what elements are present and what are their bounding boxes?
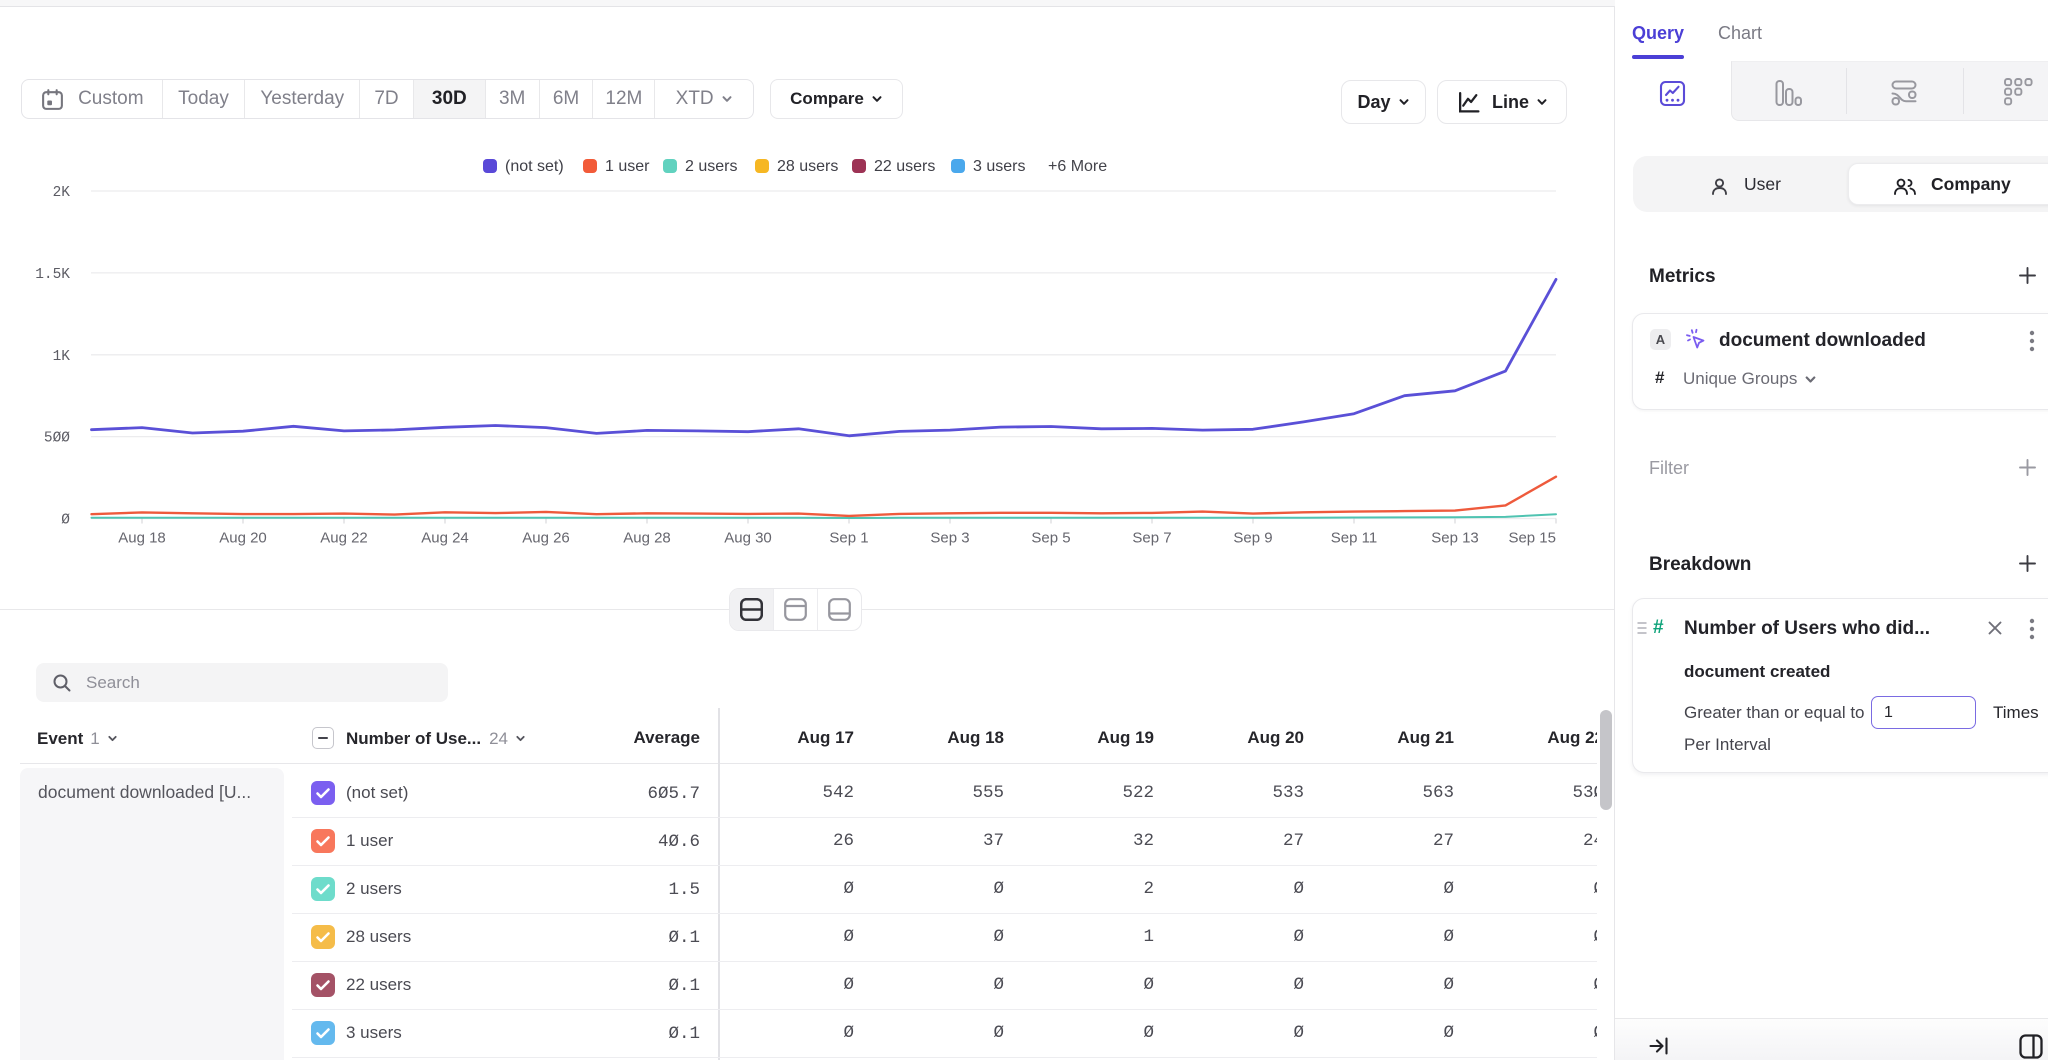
svg-text:Sep 5: Sep 5 <box>1031 530 1070 547</box>
svg-text:5ØØ: 5ØØ <box>44 431 70 447</box>
svg-text:Sep 1: Sep 1 <box>829 530 868 547</box>
svg-text:Aug 22: Aug 22 <box>320 530 368 547</box>
svg-text:Ø: Ø <box>61 513 70 529</box>
svg-text:Aug 20: Aug 20 <box>219 530 267 547</box>
svg-text:Aug 28: Aug 28 <box>623 530 671 547</box>
svg-text:Sep 9: Sep 9 <box>1233 530 1272 547</box>
svg-text:Aug 30: Aug 30 <box>724 530 772 547</box>
svg-text:Aug 26: Aug 26 <box>522 530 570 547</box>
svg-text:2K: 2K <box>53 185 71 201</box>
svg-text:Sep 3: Sep 3 <box>930 530 969 547</box>
svg-text:Sep 7: Sep 7 <box>1132 530 1171 547</box>
svg-text:Sep 15: Sep 15 <box>1508 530 1556 547</box>
svg-text:Aug 18: Aug 18 <box>118 530 166 547</box>
svg-text:Sep 13: Sep 13 <box>1431 530 1479 547</box>
svg-text:Aug 24: Aug 24 <box>421 530 469 547</box>
svg-text:Sep 11: Sep 11 <box>1331 530 1377 547</box>
svg-text:1.5K: 1.5K <box>35 267 70 283</box>
svg-text:1K: 1K <box>53 349 71 365</box>
